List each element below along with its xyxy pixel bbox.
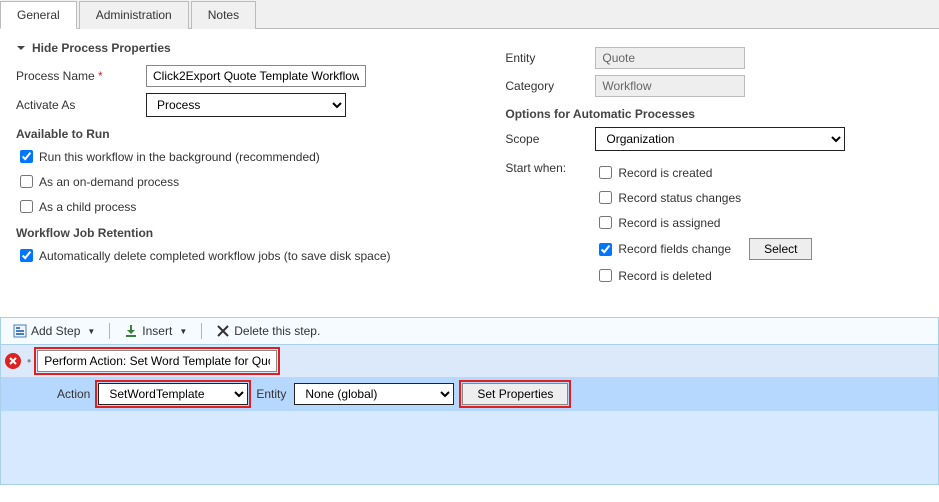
- step-entity-label: Entity: [256, 387, 286, 401]
- chevron-down-icon: ▼: [179, 327, 187, 336]
- step-toolbar: Add Step ▼ Insert ▼ Delete this step.: [0, 317, 939, 345]
- chk-record-assigned-label: Record is assigned: [618, 216, 720, 230]
- insert-button[interactable]: Insert ▼: [118, 322, 193, 340]
- chk-record-deleted-label: Record is deleted: [618, 269, 711, 283]
- chk-record-fields-change-label: Record fields change: [618, 242, 731, 256]
- chk-child-process[interactable]: [20, 200, 33, 213]
- entity-value: Quote: [595, 47, 745, 69]
- chk-record-fields-change[interactable]: [599, 243, 612, 256]
- delete-step-button[interactable]: Delete this step.: [210, 322, 326, 340]
- chk-on-demand[interactable]: [20, 175, 33, 188]
- delete-step-label: Delete this step.: [234, 324, 320, 338]
- start-when-label: Start when:: [505, 157, 595, 175]
- action-select[interactable]: SetWordTemplate: [98, 383, 248, 405]
- process-name-label: Process Name *: [16, 69, 146, 83]
- step-entity-select[interactable]: None (global): [294, 383, 454, 405]
- start-when-group: Record is created Record status changes …: [595, 157, 812, 291]
- add-step-label: Add Step: [31, 324, 80, 338]
- tab-notes[interactable]: Notes: [191, 1, 256, 29]
- chk-record-status-changes[interactable]: [599, 191, 612, 204]
- left-column: Hide Process Properties Process Name * A…: [16, 41, 475, 297]
- right-column: Entity Quote Category Workflow Options f…: [475, 41, 923, 297]
- tab-administration[interactable]: Administration: [79, 1, 189, 29]
- hide-process-properties-label: Hide Process Properties: [32, 41, 171, 55]
- add-step-icon: [13, 324, 27, 338]
- chk-record-assigned[interactable]: [599, 216, 612, 229]
- available-to-run-heading: Available to Run: [16, 127, 475, 141]
- chk-record-created[interactable]: [599, 166, 612, 179]
- chk-auto-delete-jobs[interactable]: [20, 249, 33, 262]
- tab-strip: General Administration Notes: [0, 0, 939, 29]
- chevron-down-icon: [16, 43, 26, 53]
- step-header-row[interactable]: •: [1, 345, 938, 377]
- chk-record-created-label: Record is created: [618, 166, 712, 180]
- toolbar-separator: [109, 323, 110, 339]
- options-auto-processes-heading: Options for Automatic Processes: [505, 107, 923, 121]
- step-grid: • Action SetWordTemplate Entity None (gl…: [0, 345, 939, 485]
- step-action-row: Action SetWordTemplate Entity None (glob…: [1, 377, 938, 411]
- action-label: Action: [57, 387, 90, 401]
- category-label: Category: [505, 79, 595, 93]
- chk-auto-delete-jobs-label: Automatically delete completed workflow …: [39, 249, 391, 263]
- tab-general[interactable]: General: [0, 1, 77, 29]
- chk-on-demand-label: As an on-demand process: [39, 175, 179, 189]
- insert-label: Insert: [142, 324, 172, 338]
- chk-run-background[interactable]: [20, 150, 33, 163]
- bullet-icon: •: [27, 354, 31, 368]
- scope-label: Scope: [505, 132, 595, 146]
- category-value: Workflow: [595, 75, 745, 97]
- add-step-button[interactable]: Add Step ▼: [7, 322, 101, 340]
- insert-icon: [124, 324, 138, 338]
- select-fields-button[interactable]: Select: [749, 238, 812, 260]
- chevron-down-icon: ▼: [87, 327, 95, 336]
- chk-child-process-label: As a child process: [39, 200, 136, 214]
- process-name-input[interactable]: [146, 65, 366, 87]
- scope-select[interactable]: Organization: [595, 127, 845, 151]
- set-properties-button[interactable]: Set Properties: [462, 383, 568, 405]
- entity-label: Entity: [505, 51, 595, 65]
- delete-icon: [216, 324, 230, 338]
- toolbar-separator: [201, 323, 202, 339]
- chk-record-deleted[interactable]: [599, 269, 612, 282]
- chk-run-background-label: Run this workflow in the background (rec…: [39, 150, 320, 164]
- workflow-job-retention-heading: Workflow Job Retention: [16, 226, 475, 240]
- chk-record-status-changes-label: Record status changes: [618, 191, 741, 205]
- required-marker: *: [95, 69, 103, 83]
- activate-as-select[interactable]: Process: [146, 93, 346, 117]
- content-panel: Hide Process Properties Process Name * A…: [0, 29, 939, 317]
- hide-process-properties-toggle[interactable]: Hide Process Properties: [16, 41, 475, 55]
- remove-step-icon[interactable]: [5, 353, 21, 369]
- activate-as-label: Activate As: [16, 98, 146, 112]
- step-description-input[interactable]: [37, 350, 277, 372]
